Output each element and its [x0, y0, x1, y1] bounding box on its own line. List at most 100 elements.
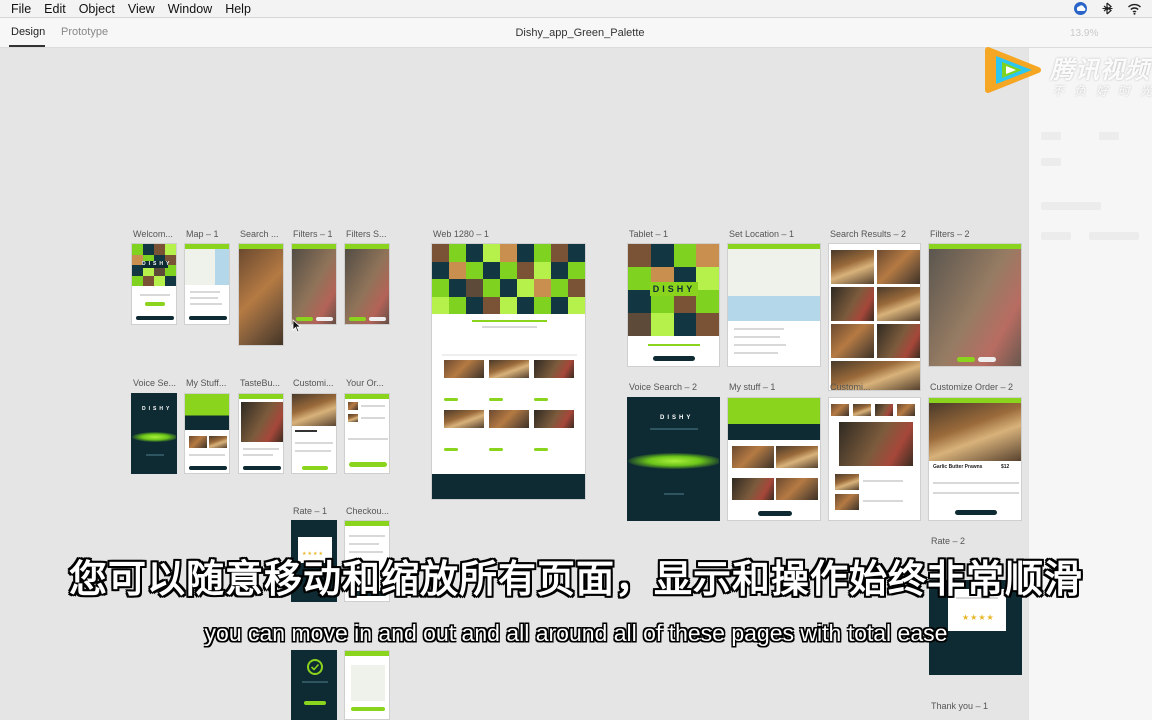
artboard-search-results[interactable]: [828, 243, 921, 391]
artboard-filters-2[interactable]: [928, 243, 1022, 367]
mock-button: [444, 448, 458, 451]
food-card-photo: [534, 410, 574, 428]
bluetooth-icon[interactable]: [1100, 1, 1115, 16]
mock-header: [345, 244, 389, 249]
watermark-brand: 腾讯视频: [1050, 57, 1150, 84]
dishy-logo: DISHY: [142, 406, 173, 413]
artboard-web[interactable]: [431, 243, 586, 500]
panel-field[interactable]: [1089, 232, 1139, 240]
artboard-filters-settings[interactable]: [344, 243, 390, 325]
list-line: [734, 328, 784, 330]
artboard-welcome[interactable]: DISHY: [131, 243, 177, 325]
artboard-label[interactable]: Tablet – 1: [629, 229, 668, 239]
mock-header: [345, 521, 389, 526]
list-line: [349, 535, 385, 537]
artboard-label[interactable]: Customize Order – 2: [930, 382, 1013, 392]
artboard-label[interactable]: Web 1280 – 1: [433, 229, 489, 239]
artboard-tablet[interactable]: DISHY: [627, 243, 720, 367]
mock-button: [957, 357, 975, 362]
mock-header: [345, 651, 389, 656]
artboard-customize-tablet[interactable]: [828, 397, 921, 521]
wifi-icon[interactable]: [1127, 1, 1142, 16]
menu-view[interactable]: View: [128, 2, 155, 16]
artboard-label[interactable]: Set Location – 1: [729, 229, 794, 239]
artboard-label[interactable]: TasteBu...: [240, 378, 280, 388]
panel-field[interactable]: [1041, 202, 1101, 210]
artboard-label[interactable]: Map – 1: [186, 229, 219, 239]
artboard-label[interactable]: Search ...: [240, 229, 279, 239]
artboard-label[interactable]: Voice Search – 2: [629, 382, 697, 392]
list-line: [190, 291, 220, 293]
tencent-video-logo-icon: [985, 47, 1041, 93]
artboard-voice-search[interactable]: DISHY: [131, 393, 177, 474]
artboard-label[interactable]: Filters – 2: [930, 229, 970, 239]
text-line: [650, 428, 698, 430]
artboard-label[interactable]: Search Results – 2: [830, 229, 906, 239]
food-photo: [241, 402, 283, 442]
artboard-label[interactable]: My Stuff...: [186, 378, 226, 388]
artboard-label[interactable]: Voice Se...: [133, 378, 176, 388]
map-area: [351, 665, 385, 701]
food-photo: [877, 250, 920, 284]
menu-object[interactable]: Object: [79, 2, 115, 16]
artboard-label[interactable]: Rate – 2: [931, 536, 965, 546]
food-thumb: [835, 494, 859, 510]
food-photo: [239, 249, 283, 345]
artboard-label[interactable]: Thank you – 1: [931, 701, 988, 711]
dishy-logo: DISHY: [660, 414, 694, 422]
artboard-voice-search-2[interactable]: DISHY: [627, 397, 720, 521]
menu-help[interactable]: Help: [225, 2, 251, 16]
artboard-filters[interactable]: [291, 243, 337, 325]
food-photo: [776, 478, 818, 500]
menu-edit[interactable]: Edit: [44, 2, 66, 16]
artboard-my-stuff[interactable]: [184, 393, 230, 474]
food-photo: [776, 446, 818, 468]
food-thumb: [835, 474, 859, 490]
mock-tabbar: [189, 316, 227, 320]
web-footer: [432, 474, 585, 499]
panel-field[interactable]: [1099, 132, 1119, 140]
document-title: Dishy_app_Green_Palette: [515, 27, 645, 39]
artboard-tastebuds[interactable]: [238, 393, 284, 474]
artboard-label[interactable]: Filters S...: [346, 229, 387, 239]
subtitle-chinese: 您可以随意移动和缩放所有页面，显示和操作始终非常顺滑: [68, 559, 1083, 601]
artboard-your-order[interactable]: [344, 393, 390, 474]
artboard-label[interactable]: Rate – 1: [293, 506, 327, 516]
artboard-label[interactable]: Customi...: [293, 378, 334, 388]
list-line: [361, 417, 385, 419]
menu-file[interactable]: File: [11, 2, 31, 16]
artboard-label[interactable]: Welcom...: [133, 229, 173, 239]
menu-window[interactable]: Window: [168, 2, 212, 16]
dish-title: [295, 430, 317, 432]
panel-field[interactable]: [1041, 158, 1061, 166]
voice-wave: [628, 453, 719, 469]
creative-cloud-icon[interactable]: [1073, 1, 1088, 16]
text-line: [146, 454, 164, 456]
artboard-map-confirm[interactable]: [344, 650, 390, 720]
artboard-thank-you-phone[interactable]: [291, 650, 337, 720]
artboard-map[interactable]: [184, 243, 230, 325]
mock-button: [978, 357, 996, 362]
artboard-customize-order-2[interactable]: Garlic Butter Prawns $12: [928, 397, 1022, 521]
artboard-label[interactable]: Checkou...: [346, 506, 389, 516]
artboard-customize[interactable]: [291, 393, 337, 474]
artboard-label[interactable]: Your Or...: [346, 378, 384, 388]
app-toolbar: Design Prototype Dishy_app_Green_Palette…: [0, 18, 1152, 48]
mock-header: [292, 244, 336, 249]
zoom-level[interactable]: 13.9%: [1070, 28, 1098, 39]
artboard-set-location[interactable]: [727, 243, 821, 367]
panel-field[interactable]: [1041, 132, 1061, 140]
artboard-label[interactable]: My stuff – 1: [729, 382, 775, 392]
artboard-my-stuff-1[interactable]: [727, 397, 821, 521]
mock-button: [489, 398, 503, 401]
option-line: [933, 492, 1019, 494]
food-photo: [209, 436, 227, 448]
mock-button: [351, 707, 385, 711]
list-line: [190, 303, 222, 305]
artboard-label[interactable]: Customi...: [830, 382, 871, 392]
artboard-search[interactable]: [238, 243, 284, 346]
artboard-label[interactable]: Filters – 1: [293, 229, 333, 239]
food-thumb: [897, 404, 915, 416]
panel-field[interactable]: [1041, 232, 1071, 240]
food-photo: [831, 287, 874, 321]
